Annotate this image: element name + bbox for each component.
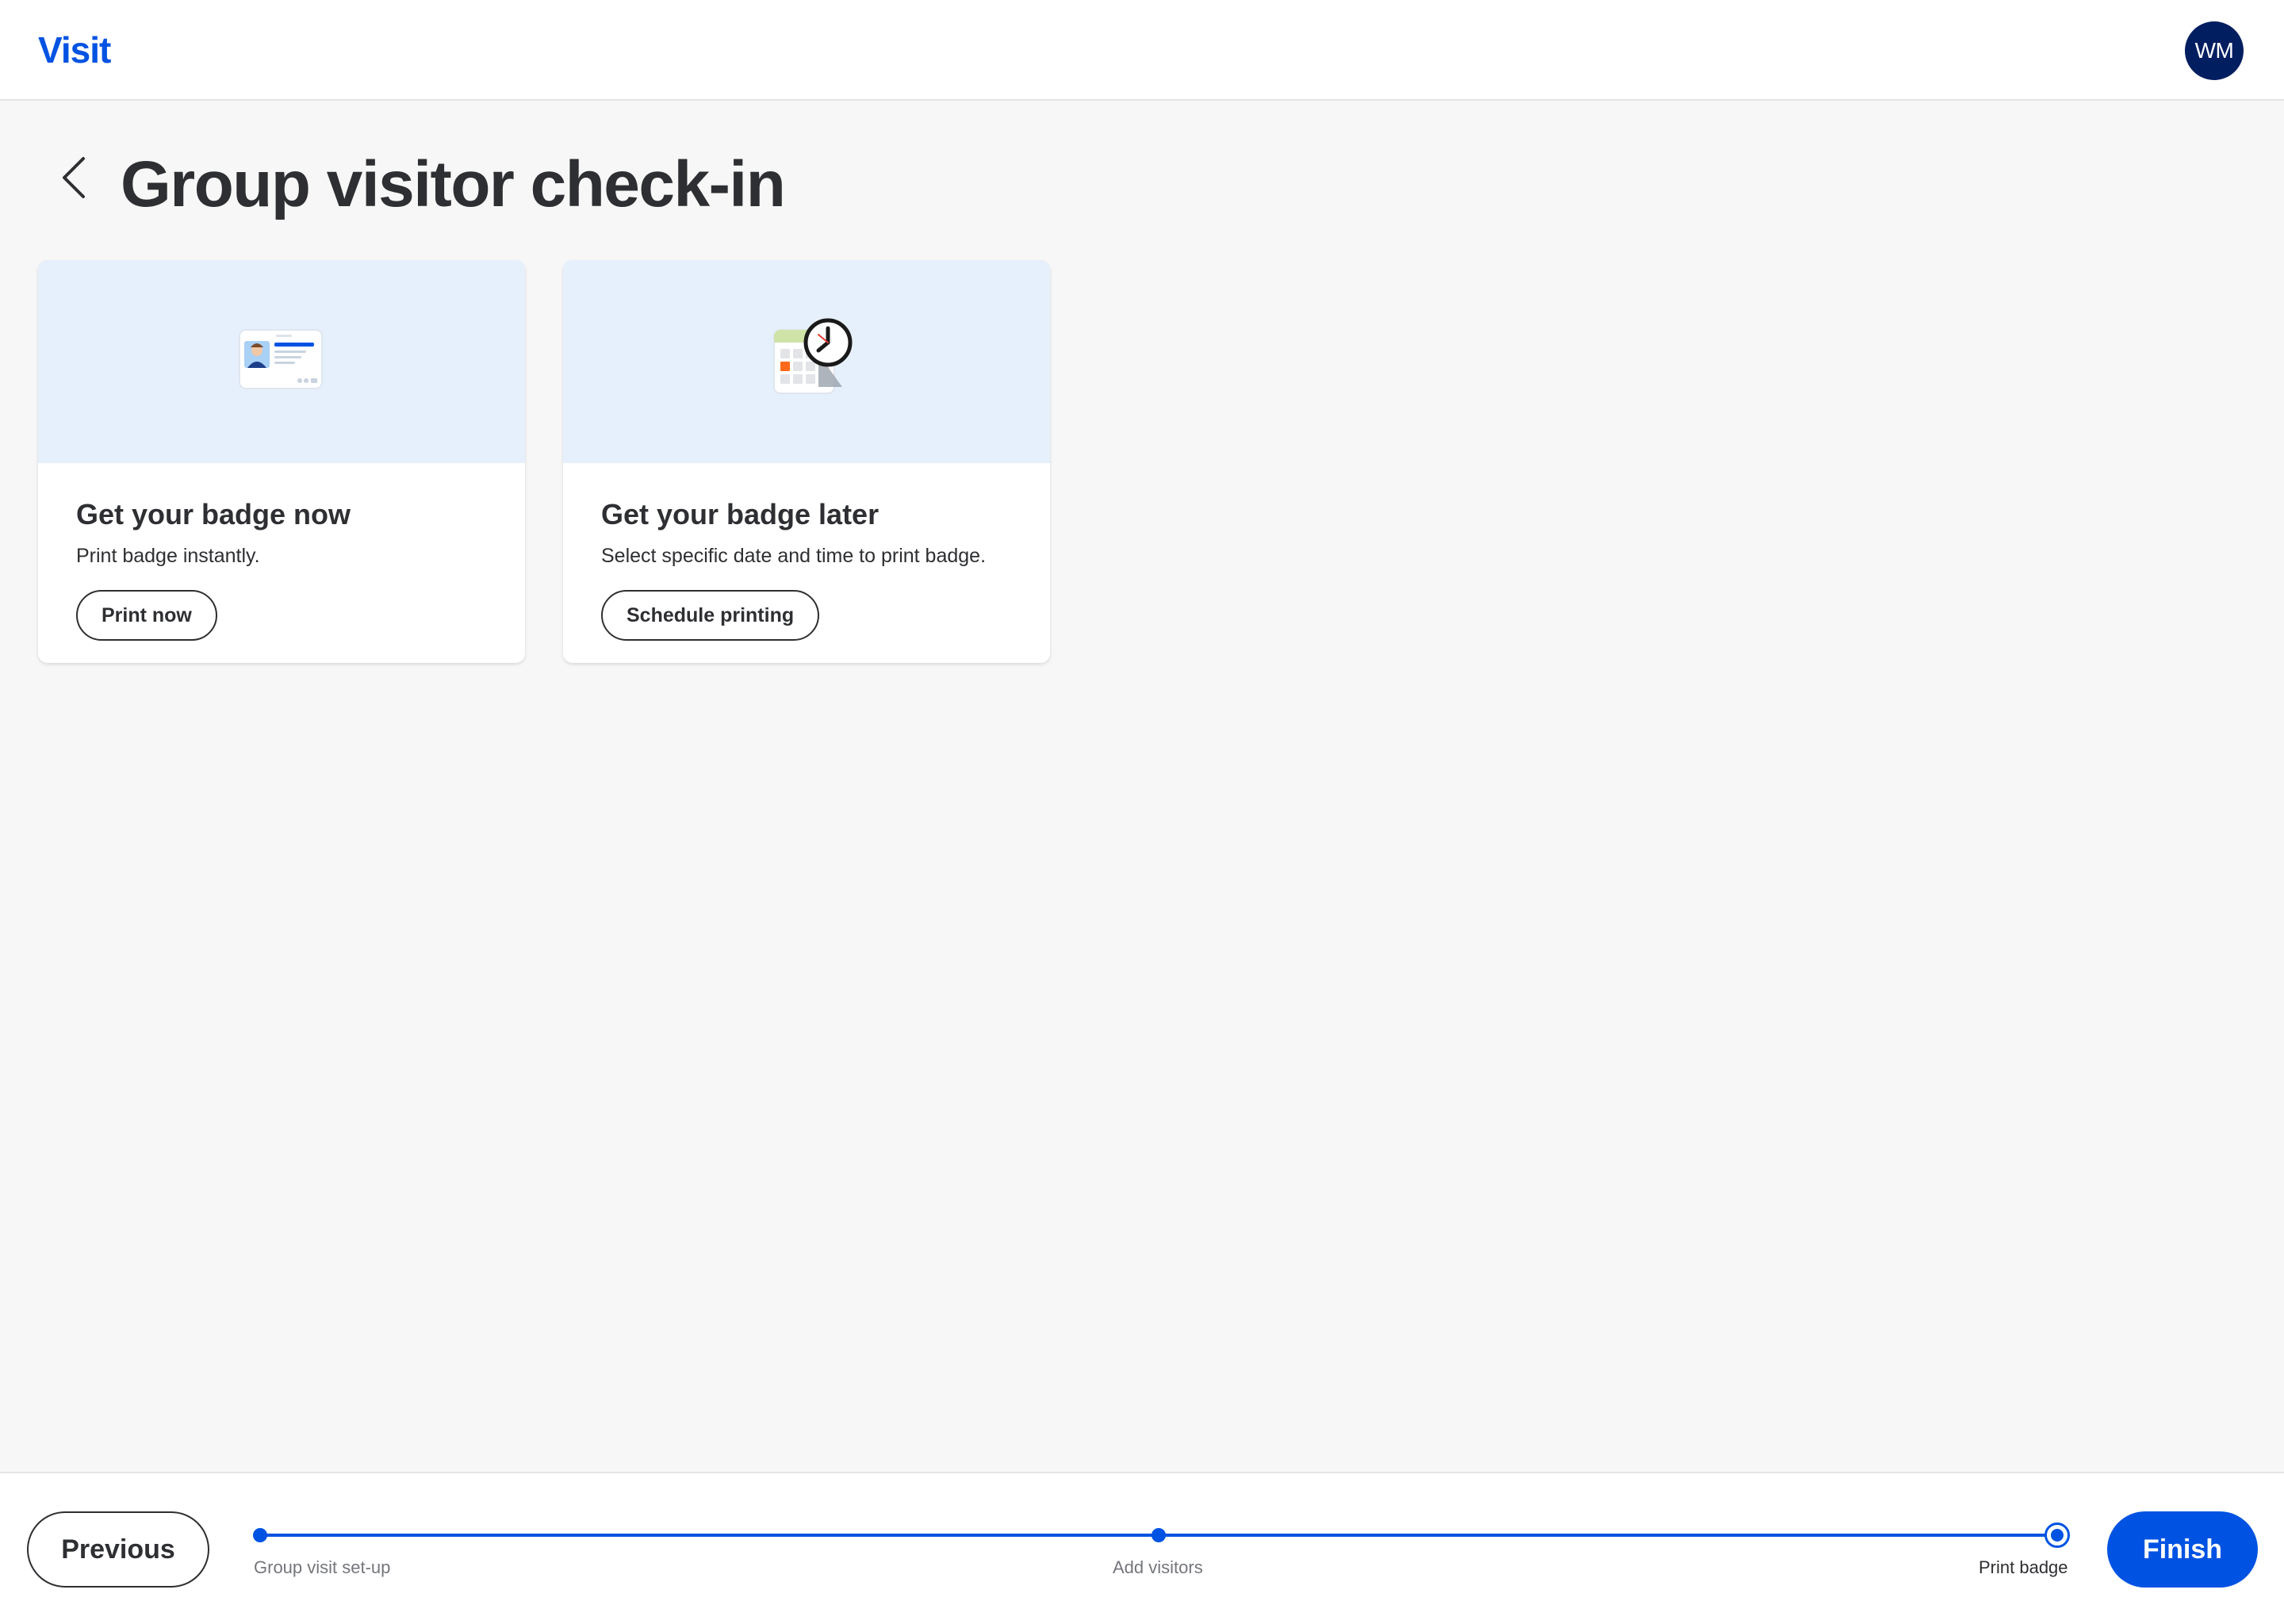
finish-button[interactable]: Finish <box>2107 1511 2258 1588</box>
schedule-printing-button[interactable]: Schedule printing <box>601 590 820 641</box>
badge-later-card: Get your badge later Select specific dat… <box>563 260 1050 663</box>
step-dot-current <box>2044 1522 2070 1548</box>
footer-bar: Previous Group visit set-up Add visitors… <box>0 1472 2284 1624</box>
user-avatar[interactable]: WM <box>2185 21 2244 80</box>
step-dot-complete <box>253 1528 267 1542</box>
back-button[interactable] <box>54 152 94 203</box>
card-illustration <box>563 260 1050 463</box>
brand-logo[interactable]: Visit <box>38 29 111 71</box>
card-illustration <box>38 260 525 463</box>
chevron-left-icon <box>63 157 85 198</box>
step-dot-complete <box>1152 1528 1166 1542</box>
page-title: Group visitor check-in <box>121 148 786 220</box>
card-heading: Get your badge now <box>76 498 351 530</box>
step-label-add-visitors: Add visitors <box>1113 1557 1203 1577</box>
step-label-group-visit-setup: Group visit set-up <box>254 1557 391 1577</box>
previous-button[interactable]: Previous <box>27 1511 209 1588</box>
card-heading: Get your badge later <box>601 498 879 530</box>
calendar-clock-icon <box>773 318 853 394</box>
badge-now-card: Get your badge now Print badge instantly… <box>38 260 525 663</box>
card-description: Print badge instantly. <box>76 545 260 567</box>
card-description: Select specific date and time to print b… <box>601 545 987 567</box>
app-header: Visit WM <box>0 0 2284 101</box>
id-badge-icon <box>239 329 323 389</box>
step-label-print-badge: Print badge <box>1979 1557 2068 1577</box>
print-now-button[interactable]: Print now <box>76 590 217 641</box>
